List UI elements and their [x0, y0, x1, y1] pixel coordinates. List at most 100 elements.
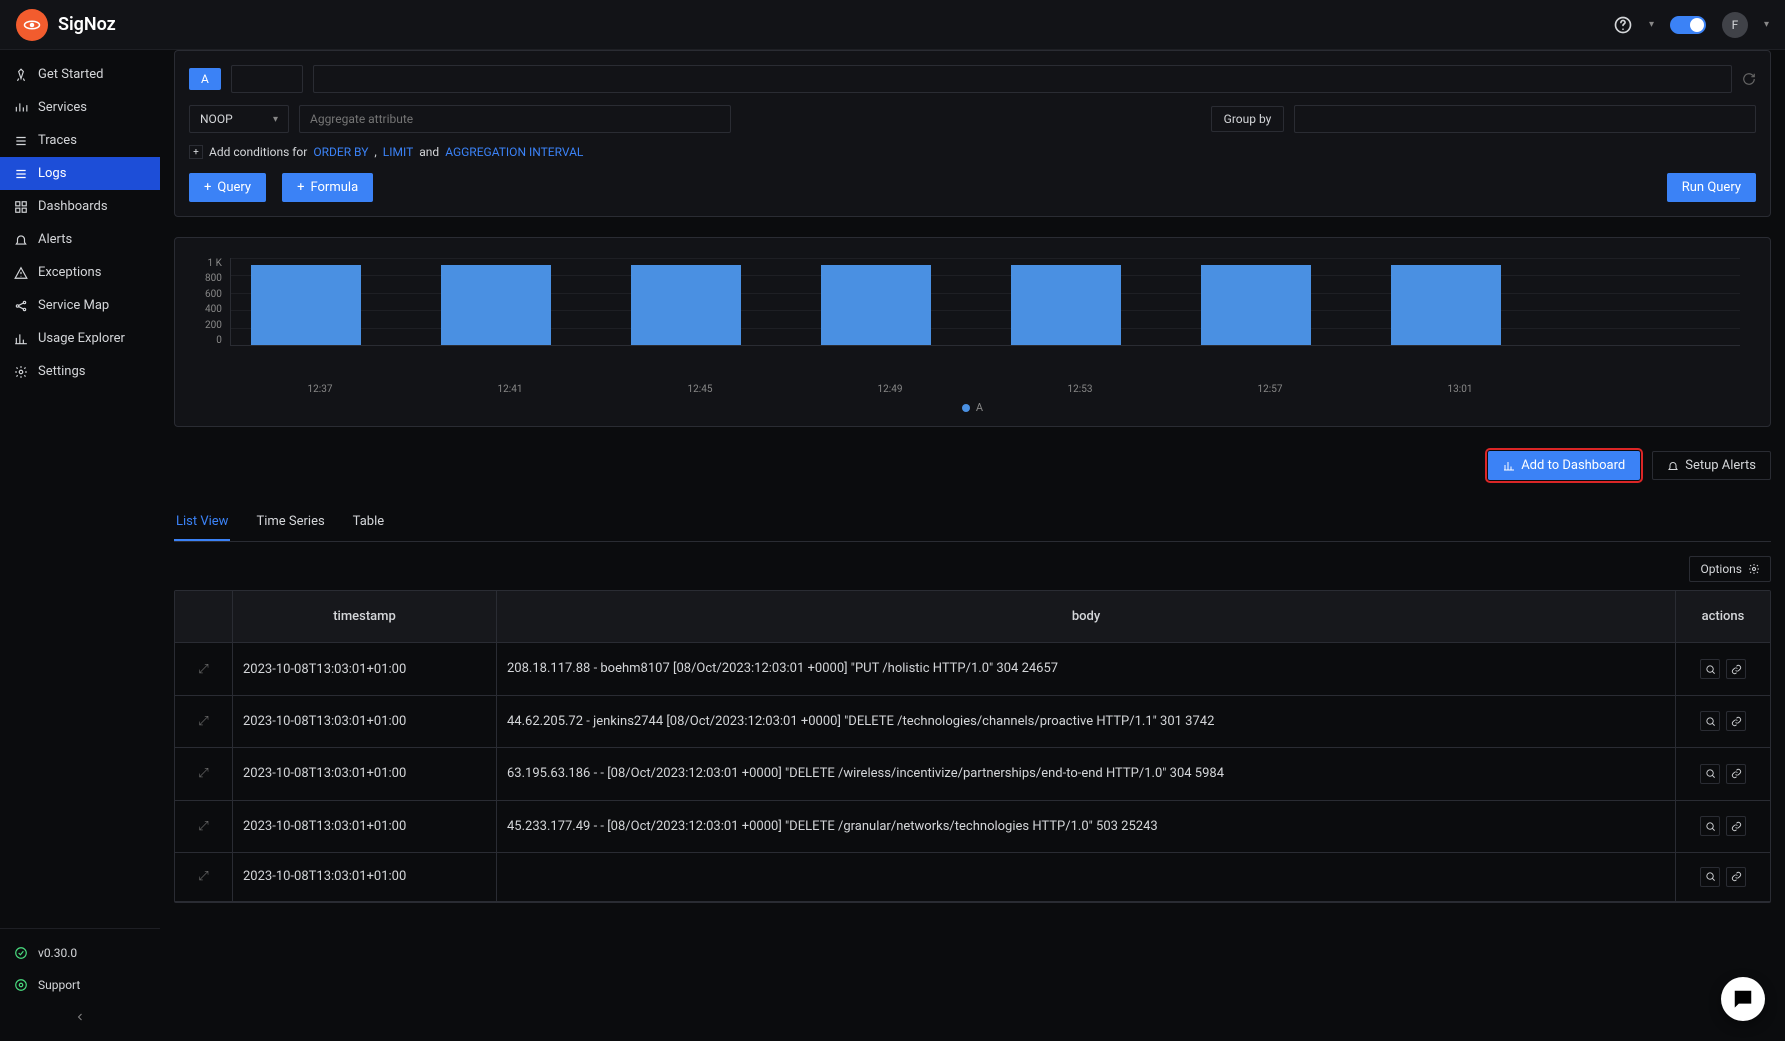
- expand-icon[interactable]: ⤢: [198, 714, 208, 729]
- logs-table: timestamp body actions ⤢2023-10-08T13:03…: [174, 590, 1771, 903]
- chart-y-axis: 1 K8006004002000: [205, 258, 230, 346]
- col-actions: actions: [1676, 591, 1770, 642]
- sidebar-item-traces[interactable]: Traces: [0, 124, 160, 157]
- sidebar-item-get-started[interactable]: Get Started: [0, 58, 160, 91]
- list-icon: [14, 167, 28, 181]
- cell-timestamp: 2023-10-08T13:03:01+01:00: [233, 801, 497, 852]
- table-row: ⤢2023-10-08T13:03:01+01:0063.195.63.186 …: [175, 748, 1770, 800]
- chart-plot: [230, 258, 1740, 346]
- expand-icon[interactable]: ⤢: [198, 766, 208, 781]
- sidebar-item-dashboards[interactable]: Dashboards: [0, 190, 160, 223]
- setup-alerts-button[interactable]: Setup Alerts: [1652, 451, 1771, 480]
- col-body: body: [497, 591, 1676, 642]
- query-builder-panel: A NOOP▾ Group by +: [174, 50, 1771, 217]
- tab-table[interactable]: Table: [351, 504, 386, 541]
- view-details-button[interactable]: [1700, 659, 1720, 679]
- sidebar-item-label: Dashboards: [38, 199, 108, 214]
- help-caret-icon[interactable]: ▾: [1649, 19, 1654, 30]
- expand-icon[interactable]: ⤢: [198, 869, 208, 884]
- view-details-button[interactable]: [1700, 816, 1720, 836]
- view-details-button[interactable]: [1700, 764, 1720, 784]
- add-formula-button[interactable]: + Formula: [282, 173, 373, 202]
- user-caret-icon[interactable]: ▾: [1764, 19, 1769, 30]
- run-query-button[interactable]: Run Query: [1667, 173, 1756, 202]
- copy-link-button[interactable]: [1726, 711, 1746, 731]
- sidebar-item-label: Traces: [38, 133, 77, 148]
- view-tabs: List View Time Series Table: [174, 504, 1771, 542]
- chart-icon: [1503, 460, 1515, 472]
- share-icon: [14, 299, 28, 313]
- sidebar-item-logs[interactable]: Logs: [0, 157, 160, 190]
- sidebar-item-label: Logs: [38, 166, 66, 181]
- aggregate-function-select[interactable]: NOOP▾: [189, 105, 289, 133]
- chart-bar: [441, 265, 551, 345]
- plus-icon: +: [204, 180, 211, 195]
- chart-x-axis: 12:3712:4112:4512:4912:5312:5713:01: [245, 378, 1740, 395]
- table-row: ⤢2023-10-08T13:03:01+01:0044.62.205.72 -…: [175, 696, 1770, 748]
- expand-icon[interactable]: ⤢: [198, 662, 208, 677]
- cell-body: 45.233.177.49 - - [08/Oct/2023:12:03:01 …: [497, 801, 1676, 852]
- copy-link-button[interactable]: [1726, 816, 1746, 836]
- chart-bar: [1011, 265, 1121, 345]
- sidebar-item-exceptions[interactable]: Exceptions: [0, 256, 160, 289]
- chart-bar: [1201, 265, 1311, 345]
- groupby-input[interactable]: [1294, 105, 1756, 133]
- add-to-dashboard-button[interactable]: Add to Dashboard: [1488, 451, 1640, 480]
- limit-link[interactable]: LIMIT: [383, 145, 413, 159]
- tab-list-view[interactable]: List View: [174, 504, 230, 541]
- gear-icon: [1748, 563, 1760, 575]
- cell-body: 63.195.63.186 - - [08/Oct/2023:12:03:01 …: [497, 748, 1676, 799]
- options-button[interactable]: Options: [1689, 556, 1771, 582]
- sidebar-item-usage-explorer[interactable]: Usage Explorer: [0, 322, 160, 355]
- expand-icon[interactable]: ⤢: [198, 819, 208, 834]
- cell-body: 208.18.117.88 - boehm8107 [08/Oct/2023:1…: [497, 643, 1676, 694]
- sidebar-item-label: Services: [38, 100, 87, 115]
- query-tag[interactable]: A: [189, 68, 221, 90]
- refresh-icon[interactable]: [1742, 72, 1756, 86]
- chart-bar: [251, 265, 361, 345]
- chart-legend: A: [205, 401, 1740, 414]
- tab-time-series[interactable]: Time Series: [254, 504, 326, 541]
- grid-icon: [14, 200, 28, 214]
- warn-icon: [14, 266, 28, 280]
- sidebar-item-label: Settings: [38, 364, 85, 379]
- copy-link-button[interactable]: [1726, 867, 1746, 887]
- table-row: ⤢ 2023-10-08T13:03:01+01:00: [175, 853, 1770, 902]
- sidebar-item-service-map[interactable]: Service Map: [0, 289, 160, 322]
- logo-icon: [16, 9, 48, 41]
- sidebar-item-alerts[interactable]: Alerts: [0, 223, 160, 256]
- sidebar-item-services[interactable]: Services: [0, 91, 160, 124]
- cell-timestamp: 2023-10-08T13:03:01+01:00: [233, 853, 497, 901]
- sidebar-item-settings[interactable]: Settings: [0, 355, 160, 388]
- sidebar-item-label: Service Map: [38, 298, 109, 313]
- theme-toggle[interactable]: [1670, 16, 1706, 34]
- avatar[interactable]: F: [1722, 12, 1748, 38]
- copy-link-button[interactable]: [1726, 764, 1746, 784]
- sidebar-collapse-button[interactable]: [0, 1001, 160, 1033]
- topbar: SigNoz ▾ F ▾: [0, 0, 1785, 50]
- add-query-button[interactable]: + Query: [189, 173, 266, 202]
- chat-fab-button[interactable]: [1721, 977, 1765, 1021]
- query-box-2[interactable]: [313, 65, 1732, 93]
- menu-icon: [14, 134, 28, 148]
- agg-interval-link[interactable]: AGGREGATION INTERVAL: [445, 145, 583, 159]
- groupby-label: Group by: [1211, 106, 1285, 132]
- legend-dot-icon: [962, 404, 970, 412]
- orderby-link[interactable]: ORDER BY: [313, 145, 368, 159]
- query-box-1[interactable]: [231, 65, 303, 93]
- aggregate-attribute-input[interactable]: [299, 105, 731, 133]
- add-conditions-row[interactable]: + Add conditions for ORDER BY , LIMIT an…: [189, 145, 1756, 159]
- table-header: timestamp body actions: [175, 591, 1770, 643]
- cell-timestamp: 2023-10-08T13:03:01+01:00: [233, 643, 497, 694]
- copy-link-button[interactable]: [1726, 659, 1746, 679]
- support-label: Support: [38, 978, 80, 992]
- cell-timestamp: 2023-10-08T13:03:01+01:00: [233, 696, 497, 747]
- support[interactable]: Support: [0, 969, 160, 1001]
- help-icon[interactable]: [1613, 15, 1633, 35]
- view-details-button[interactable]: [1700, 867, 1720, 887]
- bell-icon: [14, 233, 28, 247]
- brand: SigNoz: [16, 9, 116, 41]
- view-details-button[interactable]: [1700, 711, 1720, 731]
- table-row: ⤢ 2023-10-08T13:03:01+01:00208.18.117.88 …: [175, 643, 1770, 695]
- chart-bar: [1391, 265, 1501, 345]
